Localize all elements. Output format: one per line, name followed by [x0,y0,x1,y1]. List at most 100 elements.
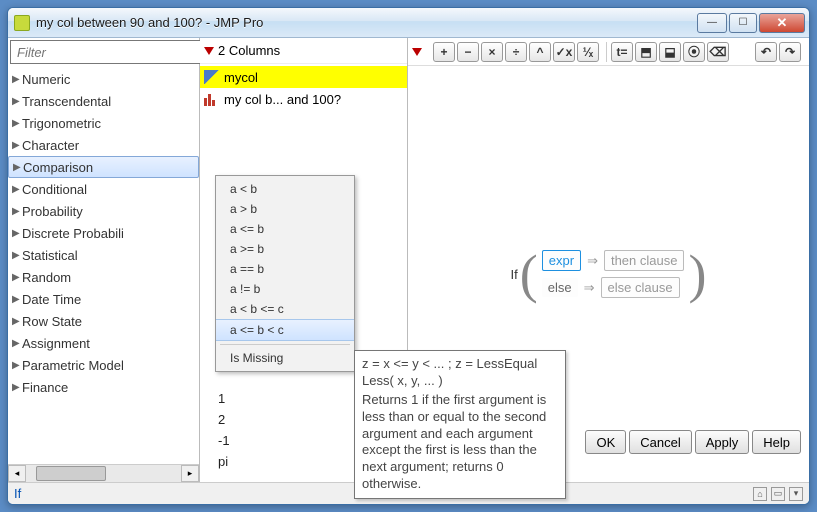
category-parametric-model[interactable]: ▶Parametric Model [8,354,199,376]
ok-button[interactable]: OK [585,430,626,454]
scroll-left-icon[interactable]: ◂ [8,465,26,482]
category-comparison[interactable]: ▶Comparison [8,156,199,178]
separator [220,344,350,345]
expand-triangle-icon: ▶ [12,118,22,129]
list-item[interactable]: -1 [218,430,355,451]
status-layout-icon[interactable]: ▭ [771,487,785,501]
status-text: If [14,486,21,501]
else-label-slot[interactable]: else [542,278,578,297]
category-label: Random [22,270,71,285]
apply-button[interactable]: Apply [695,430,750,454]
expand-triangle-icon: ▶ [12,250,22,261]
else-slot[interactable]: else clause [601,277,680,298]
tool-button[interactable]: ↷ [779,42,801,62]
window: my col between 90 and 100? - JMP Pro — ☐… [7,7,810,505]
menu-item[interactable]: a == b [216,259,354,279]
category-label: Trigonometric [22,116,101,131]
category-transcendental[interactable]: ▶Transcendental [8,90,199,112]
expand-triangle-icon: ▶ [12,360,22,371]
expand-triangle-icon: ▶ [12,294,22,305]
open-paren-icon: ( [520,243,538,305]
status-menu-icon[interactable]: ▾ [789,487,803,501]
scroll-thumb[interactable] [36,466,106,481]
menu-item[interactable]: a >= b [216,239,354,259]
column-item-mycol[interactable]: mycol [200,66,407,88]
category-statistical[interactable]: ▶Statistical [8,244,199,266]
category-label: Numeric [22,72,70,87]
menu-item[interactable]: a <= b < c [216,319,354,341]
category-label: Statistical [22,248,78,263]
category-label: Comparison [23,160,93,175]
histogram-icon [204,92,220,106]
category-conditional[interactable]: ▶Conditional [8,178,199,200]
category-finance[interactable]: ▶Finance [8,376,199,398]
expand-triangle-icon: ▶ [12,96,22,107]
category-date-time[interactable]: ▶Date Time [8,288,199,310]
tool-button[interactable]: ↶ [755,42,777,62]
columns-header[interactable]: 2 Columns [200,38,407,64]
minimize-button[interactable]: — [697,13,727,33]
filter-input[interactable] [10,40,202,64]
category-label: Parametric Model [22,358,124,373]
menu-item[interactable]: a <= b [216,219,354,239]
tooltip-desc: Returns 1 if the first argument is less … [362,392,558,493]
tool-button[interactable]: ⦿ [683,42,705,62]
category-probability[interactable]: ▶Probability [8,200,199,222]
expand-triangle-icon: ▶ [13,162,23,173]
tool-button[interactable]: ⬓ [659,42,681,62]
menu-triangle-icon[interactable] [412,48,422,56]
menu-item[interactable]: a < b [216,179,354,199]
category-numeric[interactable]: ▶Numeric [8,68,199,90]
tool-button[interactable]: ⌫ [707,42,729,62]
menu-item[interactable]: a > b [216,199,354,219]
tool-button[interactable]: ¹⁄ₓ [577,42,599,62]
menu-item[interactable]: a != b [216,279,354,299]
category-discrete-probabili[interactable]: ▶Discrete Probabili [8,222,199,244]
category-label: Conditional [22,182,87,197]
columns-header-label: 2 Columns [218,43,280,58]
scroll-right-icon[interactable]: ▸ [181,465,199,482]
value-list: 1 2 -1 pi [210,388,355,472]
list-item[interactable]: 2 [218,409,355,430]
tool-button[interactable]: t= [611,42,633,62]
list-item[interactable]: 1 [218,388,355,409]
category-row-state[interactable]: ▶Row State [8,310,199,332]
category-label: Row State [22,314,82,329]
category-character[interactable]: ▶Character [8,134,199,156]
category-label: Assignment [22,336,90,351]
tool-button[interactable]: ^ [529,42,551,62]
tool-button[interactable]: − [457,42,479,62]
help-button[interactable]: Help [752,430,801,454]
tool-button[interactable]: ÷ [505,42,527,62]
tooltip-syntax: z = x <= y < ... ; z = LessEqual Less( x… [362,356,558,390]
function-categories-panel: ✕ ▶Numeric▶Transcendental▶Trigonometric▶… [8,38,200,482]
menu-triangle-icon[interactable] [204,47,214,55]
then-slot[interactable]: then clause [604,250,685,271]
category-assignment[interactable]: ▶Assignment [8,332,199,354]
close-paren-icon: ) [688,243,706,305]
expand-triangle-icon: ▶ [12,338,22,349]
menu-item[interactable]: a < b <= c [216,299,354,319]
category-trigonometric[interactable]: ▶Trigonometric [8,112,199,134]
cancel-button[interactable]: Cancel [629,430,691,454]
tool-button[interactable]: ⬒ [635,42,657,62]
condition-slot[interactable]: expr [542,250,581,271]
maximize-button[interactable]: ☐ [729,13,757,33]
expand-triangle-icon: ▶ [12,206,22,217]
tool-button[interactable]: × [481,42,503,62]
expand-triangle-icon: ▶ [12,184,22,195]
status-home-icon[interactable]: ⌂ [753,487,767,501]
expand-triangle-icon: ▶ [12,272,22,283]
column-item-mycolb[interactable]: my col b... and 100? [200,88,407,110]
if-keyword: If [511,267,518,282]
category-random[interactable]: ▶Random [8,266,199,288]
tool-button[interactable]: ✓x [553,42,575,62]
close-button[interactable]: ✕ [759,13,805,33]
formula-toolbar: +−×÷^✓x¹⁄ₓ t=⬒⬓⦿⌫ ↶↷ [408,38,809,66]
horizontal-scrollbar[interactable]: ◂ ▸ [8,464,199,482]
comparison-menu: a < ba > ba <= ba >= ba == ba != ba < b … [215,175,355,372]
menu-item[interactable]: Is Missing [216,348,354,368]
list-item[interactable]: pi [218,451,355,472]
tool-button[interactable]: + [433,42,455,62]
category-label: Finance [22,380,68,395]
